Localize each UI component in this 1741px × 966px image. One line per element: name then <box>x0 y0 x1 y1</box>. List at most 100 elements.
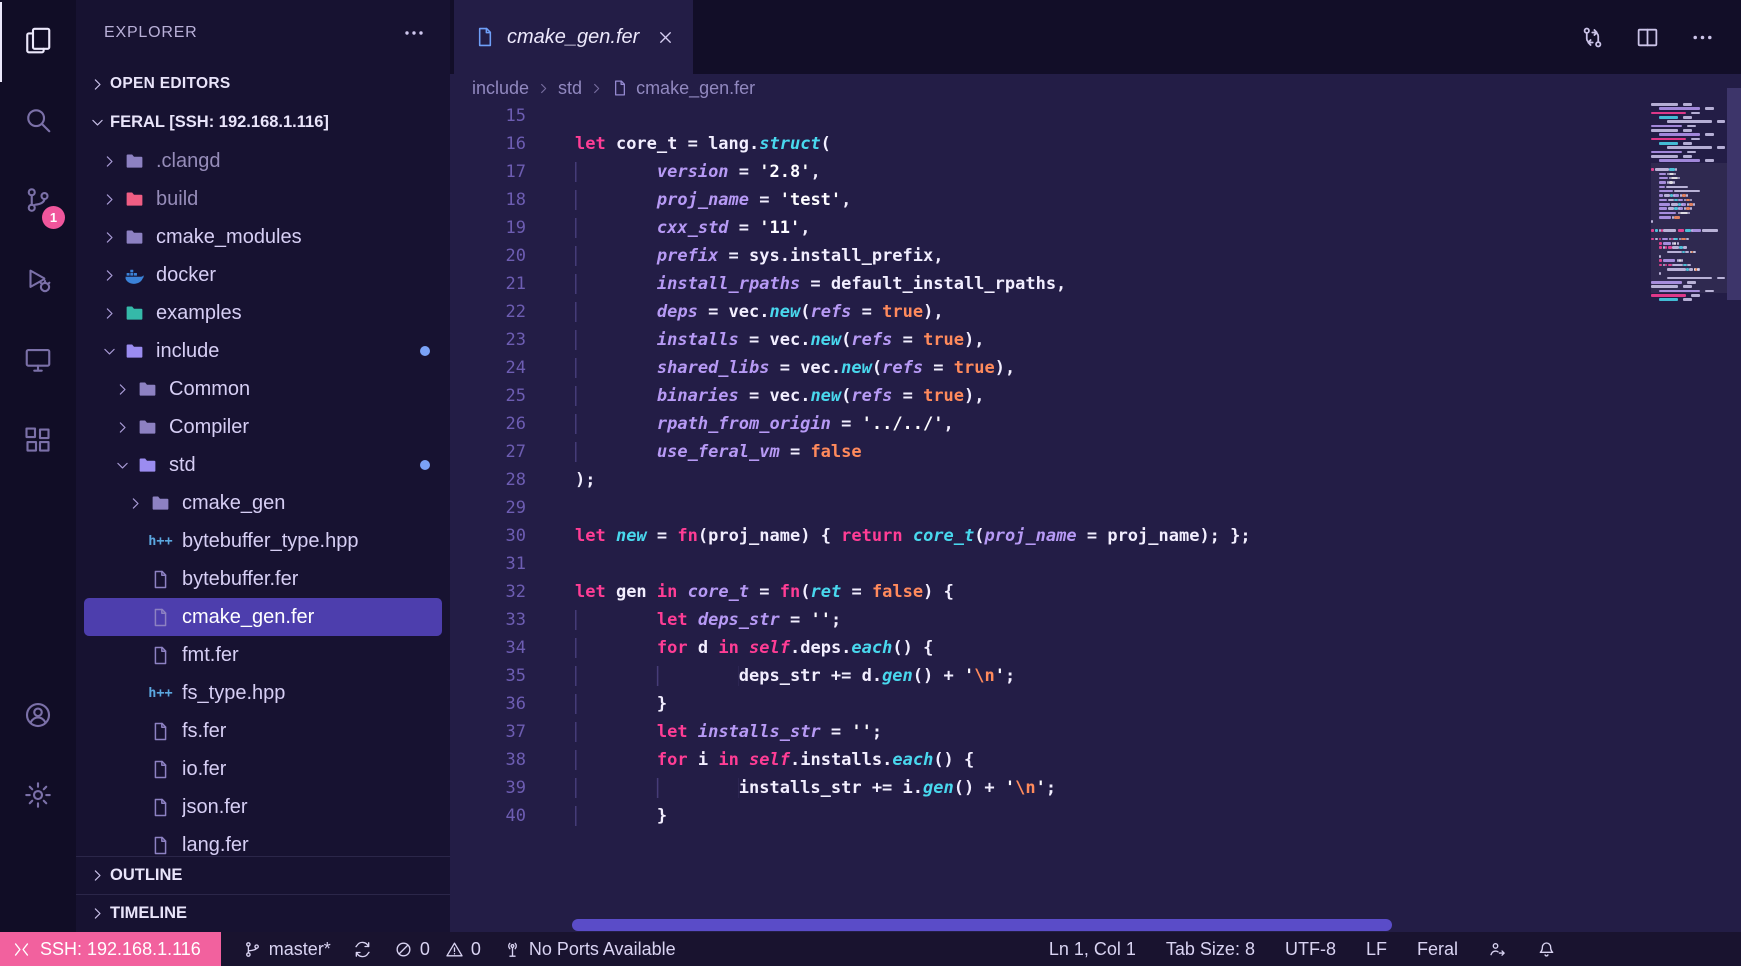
tree-item-build[interactable]: build <box>84 180 442 218</box>
outline-label: OUTLINE <box>110 866 183 884</box>
activity-settings[interactable] <box>0 757 76 837</box>
code-line-28[interactable]: 28); <box>450 466 1741 494</box>
timeline-label: TIMELINE <box>110 904 187 922</box>
sidebar-header: EXPLORER <box>76 0 450 66</box>
tree-item-cmake_gen[interactable]: cmake_gen <box>84 484 442 522</box>
activity-search[interactable] <box>0 82 76 162</box>
code-line-37[interactable]: 37 let installs_str = ''; <box>450 718 1741 746</box>
breadcrumb-std[interactable]: std <box>558 78 582 99</box>
code-line-17[interactable]: 17 version = '2.8', <box>450 158 1741 186</box>
code-editor[interactable]: 15 16 let core_t = lang.struct(17 version … <box>450 102 1741 932</box>
code-line-40[interactable]: 40 } <box>450 802 1741 830</box>
code-line-19[interactable]: 19 cxx_std = '11', <box>450 214 1741 242</box>
timeline-header[interactable]: TIMELINE <box>76 894 450 932</box>
code-line-27[interactable]: 27 use_feral_vm = false <box>450 438 1741 466</box>
eol-indicator[interactable]: LF <box>1366 939 1387 960</box>
horizontal-scrollbar[interactable] <box>572 919 1392 931</box>
radio-tower-icon <box>503 940 522 959</box>
activity-explorer[interactable] <box>0 2 76 82</box>
remote-status[interactable]: SSH: 192.168.1.116 <box>0 932 221 966</box>
code-line-30[interactable]: 30 let new = fn(proj_name) { return core_… <box>450 522 1741 550</box>
code-line-22[interactable]: 22 deps = vec.new(refs = true), <box>450 298 1741 326</box>
code-line-39[interactable]: 39 installs_str += i.gen() + '\n'; <box>450 774 1741 802</box>
tree-item-Common[interactable]: Common <box>84 370 442 408</box>
feedback-icon[interactable] <box>1488 940 1507 959</box>
line-number: 29 <box>505 498 526 518</box>
tree-item-json.fer[interactable]: json.fer <box>84 788 442 826</box>
tree-item-label: Compiler <box>169 415 250 438</box>
code-line-20[interactable]: 20 prefix = sys.install_prefix, <box>450 242 1741 270</box>
chevron-down-icon <box>84 114 110 131</box>
code-line-26[interactable]: 26 rpath_from_origin = '../../', <box>450 410 1741 438</box>
tree-item-fs_type.hpp[interactable]: h++ fs_type.hpp <box>84 674 442 712</box>
more-actions-icon[interactable] <box>1690 25 1715 50</box>
tab-cmake_gen-fer[interactable]: cmake_gen.fer <box>454 0 694 74</box>
code-text: let installs_str = ''; <box>575 722 882 742</box>
chevron-right-icon <box>97 229 121 246</box>
breadcrumb-cmake_gen.fer[interactable]: cmake_gen.fer <box>636 78 755 99</box>
line-number: 16 <box>505 134 526 154</box>
language-mode[interactable]: Feral <box>1417 939 1458 960</box>
more-actions-icon[interactable] <box>402 21 426 45</box>
file-tree: .clangd build cmake_modules docker examples i… <box>76 142 450 856</box>
tree-item-lang.fer[interactable]: lang.fer <box>84 826 442 856</box>
tree-item-cmake_modules[interactable]: cmake_modules <box>84 218 442 256</box>
activity-run-debug[interactable] <box>0 242 76 322</box>
split-editor-icon[interactable] <box>1635 25 1660 50</box>
activity-remote-explorer[interactable] <box>0 322 76 402</box>
tree-item-fmt.fer[interactable]: fmt.fer <box>84 636 442 674</box>
line-number: 17 <box>505 162 526 182</box>
tree-item-bytebuffer_type.hpp[interactable]: h++ bytebuffer_type.hpp <box>84 522 442 560</box>
workspace-header[interactable]: FERAL [SSH: 192.168.1.116] <box>76 102 450 142</box>
tree-item-label: cmake_modules <box>156 225 302 248</box>
tree-item-include[interactable]: include <box>84 332 442 370</box>
breadcrumb-include[interactable]: include <box>472 78 529 99</box>
tree-item-io.fer[interactable]: io.fer <box>84 750 442 788</box>
ports-status[interactable]: No Ports Available <box>503 939 676 960</box>
bell-icon[interactable] <box>1537 940 1556 959</box>
code-line-29[interactable]: 29 <box>450 494 1741 522</box>
activity-accounts[interactable] <box>0 677 76 757</box>
code-line-24[interactable]: 24 shared_libs = vec.new(refs = true), <box>450 354 1741 382</box>
git-branch-status[interactable]: master* <box>243 939 331 960</box>
code-line-38[interactable]: 38 for i in self.installs.each() { <box>450 746 1741 774</box>
open-editors-header[interactable]: OPEN EDITORS <box>76 66 450 102</box>
cursor-position[interactable]: Ln 1, Col 1 <box>1049 939 1136 960</box>
code-line-36[interactable]: 36 } <box>450 690 1741 718</box>
outline-header[interactable]: OUTLINE <box>76 856 450 894</box>
tree-item-bytebuffer.fer[interactable]: bytebuffer.fer <box>84 560 442 598</box>
activity-extensions[interactable] <box>0 402 76 482</box>
tree-item-std[interactable]: std <box>84 446 442 484</box>
code-line-18[interactable]: 18 proj_name = 'test', <box>450 186 1741 214</box>
tree-item-Compiler[interactable]: Compiler <box>84 408 442 446</box>
code-line-15[interactable]: 15 <box>450 102 1741 130</box>
code-line-33[interactable]: 33 let deps_str = ''; <box>450 606 1741 634</box>
code-line-23[interactable]: 23 installs = vec.new(refs = true), <box>450 326 1741 354</box>
file-icon <box>474 26 496 48</box>
encoding-indicator[interactable]: UTF-8 <box>1285 939 1336 960</box>
sync-button[interactable] <box>353 940 372 959</box>
activity-source-control[interactable]: 1 <box>0 162 76 242</box>
code-line-21[interactable]: 21 install_rpaths = default_install_rpat… <box>450 270 1741 298</box>
tree-item-.clangd[interactable]: .clangd <box>84 142 442 180</box>
tree-item-examples[interactable]: examples <box>84 294 442 332</box>
code-line-32[interactable]: 32 let gen in core_t = fn(ret = false) { <box>450 578 1741 606</box>
tree-item-cmake_gen.fer[interactable]: cmake_gen.fer <box>84 598 442 636</box>
indent-guide <box>575 638 657 658</box>
tab-size-indicator[interactable]: Tab Size: 8 <box>1166 939 1255 960</box>
open-changes-icon[interactable] <box>1580 25 1605 50</box>
close-icon[interactable] <box>656 28 675 47</box>
code-text: version = '2.8', <box>575 162 821 182</box>
vertical-scrollbar[interactable] <box>1727 88 1741 300</box>
tree-item-docker[interactable]: docker <box>84 256 442 294</box>
minimap[interactable] <box>1651 102 1727 932</box>
tree-item-fs.fer[interactable]: fs.fer <box>84 712 442 750</box>
indent-guide <box>575 414 657 434</box>
folder-icon <box>121 189 148 210</box>
code-line-31[interactable]: 31 <box>450 550 1741 578</box>
code-line-35[interactable]: 35 deps_str += d.gen() + '\n'; <box>450 662 1741 690</box>
code-line-16[interactable]: 16 let core_t = lang.struct( <box>450 130 1741 158</box>
code-line-34[interactable]: 34 for d in self.deps.each() { <box>450 634 1741 662</box>
problems-status[interactable]: 0 0 <box>394 939 481 960</box>
code-line-25[interactable]: 25 binaries = vec.new(refs = true), <box>450 382 1741 410</box>
